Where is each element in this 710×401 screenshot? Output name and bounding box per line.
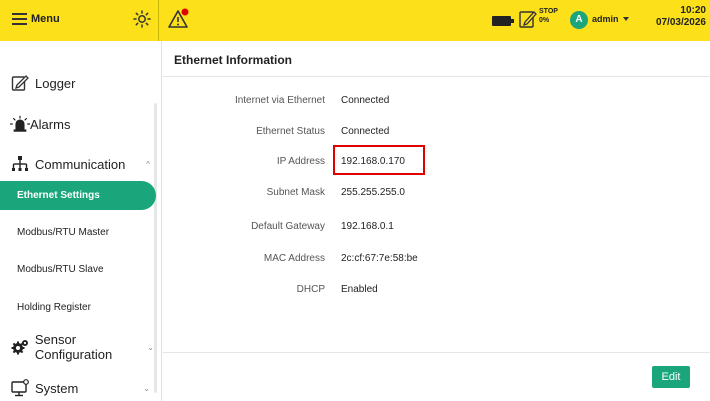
info-row-internet-via-ethernet: Internet via Ethernet Connected: [163, 93, 710, 109]
sidebar-subitem-modbus-rtu-slave[interactable]: Modbus/RTU Slave: [0, 255, 156, 284]
clock-time: 10:20: [680, 5, 706, 16]
info-label: IP Address: [276, 156, 325, 167]
sidebar-item-label: Logger: [35, 75, 76, 91]
sidebar-subitem-ethernet-settings[interactable]: Ethernet Settings: [0, 181, 156, 210]
sidebar-item-label: Alarms: [30, 116, 71, 132]
info-row-subnet-mask: Subnet Mask 255.255.255.0: [163, 185, 710, 201]
sidebar-item-logger[interactable]: Logger: [0, 72, 156, 94]
edit-icon: [10, 74, 30, 92]
topbar-divider: [158, 0, 159, 41]
info-value: 192.168.0.1: [341, 221, 394, 232]
battery-icon: [492, 16, 514, 26]
chevron-up-icon: ^: [146, 159, 150, 169]
info-label: DHCP: [296, 284, 325, 295]
info-value: Enabled: [341, 284, 378, 295]
menu-icon: [12, 13, 27, 25]
sidebar-item-label: Communication: [35, 156, 126, 172]
alarm-warning-icon[interactable]: [168, 8, 190, 30]
stop-percent: 0%: [539, 17, 550, 24]
title-divider: [163, 76, 710, 77]
sidebar-item-communication[interactable]: Communication ^: [0, 153, 156, 175]
network-icon: [10, 155, 30, 173]
sidebar-item-system[interactable]: System ⌄: [0, 377, 156, 399]
sidebar-subitem-holding-register[interactable]: Holding Register: [0, 293, 156, 322]
sidebar-item-sensor-configuration[interactable]: Sensor Configuration ⌄: [0, 332, 156, 362]
stop-label: STOP: [539, 8, 558, 15]
chevron-down-icon: ⌄: [143, 383, 150, 393]
info-value: Connected: [341, 126, 390, 137]
info-label: Internet via Ethernet: [234, 95, 325, 106]
avatar[interactable]: A: [570, 11, 588, 29]
brightness-icon[interactable]: [133, 10, 151, 28]
sidebar-item-label: Sensor Configuration: [34, 332, 113, 362]
info-value: Connected: [341, 95, 390, 106]
stop-status-icon: [519, 11, 537, 28]
info-row-dhcp: DHCP Enabled: [163, 282, 710, 298]
chevron-down-icon: ⌄: [147, 342, 154, 352]
sidebar-item-alarms[interactable]: Alarms: [0, 113, 156, 135]
sidebar-subitem-modbus-rtu-master[interactable]: Modbus/RTU Master: [0, 218, 156, 247]
info-label: Ethernet Status: [256, 126, 325, 137]
user-menu[interactable]: admin: [592, 14, 629, 24]
info-row-mac-address: MAC Address 2c:cf:67:7e:58:be: [163, 251, 710, 267]
edit-button[interactable]: Edit: [652, 366, 690, 388]
clock-date: 07/03/2026: [655, 17, 706, 28]
footer-divider: [163, 352, 710, 353]
info-label: MAC Address: [263, 253, 325, 264]
info-value: 2c:cf:67:7e:58:be: [341, 253, 418, 264]
chevron-down-icon: [622, 17, 629, 21]
info-value: 255.255.255.0: [341, 187, 405, 198]
menu-button[interactable]: Menu: [12, 13, 60, 25]
info-label: Subnet Mask: [266, 187, 325, 198]
info-label: Default Gateway: [251, 221, 325, 232]
sidebar: Logger Alarms Communication ^ Ethernet S…: [0, 41, 162, 401]
sidebar-item-label: System: [35, 380, 79, 396]
page-title: Ethernet Information: [174, 53, 293, 67]
gear-icon: [10, 338, 30, 356]
ip-address-highlight: [333, 145, 425, 175]
menu-label: Menu: [31, 13, 60, 25]
info-row-ethernet-status: Ethernet Status Connected: [163, 124, 710, 140]
main-panel: Ethernet Information Internet via Ethern…: [163, 41, 710, 401]
info-row-ip-address: IP Address 192.168.0.170: [163, 154, 710, 170]
info-row-default-gateway: Default Gateway 192.168.0.1: [163, 219, 710, 235]
siren-icon: [10, 115, 30, 133]
clock: 10:20 07/03/2026: [656, 5, 706, 29]
computer-icon: [10, 379, 30, 397]
top-bar: Menu STOP 0% A admin 10:20 07/03/2026: [0, 0, 710, 41]
stop-status: STOP 0%: [539, 7, 558, 25]
user-name: admin: [592, 14, 619, 24]
